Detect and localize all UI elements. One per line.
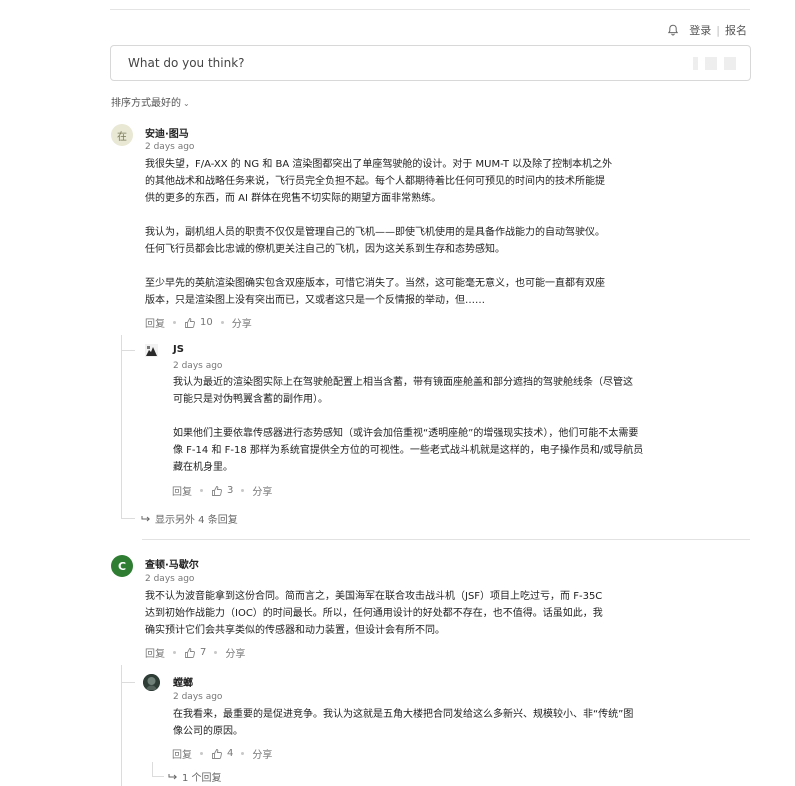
- comment-actions: 回复 10 分享: [145, 315, 252, 330]
- comment-line: 确实预计它们会共享类似的传感器和动力装置，但设计会有所不同。: [145, 625, 445, 636]
- comment-divider: [142, 539, 750, 540]
- thumbs-up-icon[interactable]: [184, 647, 196, 659]
- avatar[interactable]: [143, 674, 160, 691]
- thread-branch: [121, 350, 135, 351]
- reply-line: 可能只是对伪鸭翼含蓄的副作用）。: [173, 394, 328, 405]
- comment-input[interactable]: What do you think?: [110, 45, 751, 81]
- like-count: 3: [227, 485, 234, 496]
- thumbs-up-icon[interactable]: [211, 485, 223, 497]
- sort-dropdown[interactable]: 排序方式最好的 ⌄: [111, 94, 190, 109]
- comment-line: 至少早先的英航渲染图确实包含双座版本，可惜它消失了。当然，这可能毫无意义，也可能…: [145, 278, 605, 289]
- reply-line: 藏在机身里。: [173, 462, 233, 473]
- chevron-down-icon: ⌄: [183, 99, 190, 108]
- comment-line: 我不认为波音能拿到这份合同。简而言之，美国海军在联合攻击战斗机（JSF）项目上吃…: [145, 591, 603, 602]
- avatar-image: [143, 674, 160, 691]
- reply-button[interactable]: 回复: [172, 746, 192, 761]
- reply-line: 像 F-14 和 F-18 那样为系统官提供全方位的可视性。一些老式战斗机就是这…: [173, 445, 644, 456]
- reply-arrow-icon: [168, 773, 177, 779]
- top-divider: [110, 9, 750, 10]
- comment-line: 的其他战术和战略任务来说，飞行员完全负担不起。每个人都期待着比任何可预见的时间内…: [145, 176, 605, 187]
- separator-dot: [200, 752, 203, 755]
- comment-line: 我很失望，F/A-XX 的 NG 和 BA 渲染图都突出了单座驾驶舱的设计。对于…: [145, 159, 613, 170]
- separator-dot: [241, 489, 245, 492]
- share-button[interactable]: 分享: [232, 315, 252, 330]
- reply-body: 我认为最近的渲染图实际上在驾驶舱配置上相当含蓄，带有镜面座舱盖和部分遮挡的驾驶舱…: [173, 374, 643, 476]
- separator-dot: [173, 651, 176, 654]
- reply-button[interactable]: 回复: [145, 315, 165, 330]
- like-count: 4: [227, 748, 234, 759]
- format-icon[interactable]: [693, 57, 698, 70]
- reply-actions: 回复 3 分享: [172, 483, 272, 498]
- reply-button[interactable]: 回复: [172, 483, 192, 498]
- separator-dot: [214, 651, 218, 654]
- reply-arrow-icon: [141, 515, 150, 521]
- auth-links: 登录 | 报名: [667, 22, 747, 38]
- show-more-replies[interactable]: 显示另外 4 条回复: [141, 511, 238, 526]
- avatar-initial: C: [117, 559, 127, 573]
- comment-time: 2 days ago: [145, 142, 195, 152]
- thread-branch: [121, 682, 135, 683]
- thumbs-up-icon[interactable]: [211, 748, 223, 760]
- show-more-replies[interactable]: 1 个回复: [168, 769, 222, 784]
- gif-icon[interactable]: [724, 57, 736, 70]
- thread-branch: [121, 518, 135, 519]
- reply-time: 2 days ago: [173, 361, 223, 371]
- thumbs-up-icon[interactable]: [184, 317, 196, 329]
- comment-line: 达到初始作战能力（IOC）的时间最长。所以，任何通用设计的好处都不存在，也不值得…: [145, 608, 603, 619]
- thread-line: [152, 762, 153, 776]
- reply-line: 如果他们主要依靠传感器进行态势感知（或许会加倍重视“透明座舱”的增强现实技术），…: [173, 428, 639, 439]
- comment-time: 2 days ago: [145, 574, 195, 584]
- like-count: 7: [200, 647, 207, 658]
- sort-label: 排序方式最好的: [111, 98, 181, 109]
- reply-line: 我认为最近的渲染图实际上在驾驶舱配置上相当含蓄，带有镜面座舱盖和部分遮挡的驾驶舱…: [173, 377, 633, 388]
- avatar[interactable]: 在: [111, 124, 133, 146]
- show-more-label: 显示另外 4 条回复: [155, 515, 238, 526]
- comment-actions: 回复 7 分享: [145, 645, 245, 660]
- image-icon[interactable]: [705, 57, 717, 70]
- reply-line: 在我看来，最重要的是促进竞争。我认为这就是五角大楼把合同发给这么多新兴、规模较小…: [173, 709, 634, 720]
- comment-line: 版本，只是渲染图上没有突出而已，又或者这只是一个反情报的举动，但……: [145, 295, 485, 306]
- auth-separator: |: [716, 23, 720, 37]
- comment-author[interactable]: 查顿·马歇尔: [145, 556, 199, 571]
- reply-line: 像公司的原因。: [173, 726, 243, 737]
- separator-dot: [200, 489, 203, 492]
- separator-dot: [220, 321, 224, 324]
- bell-icon[interactable]: [667, 24, 679, 36]
- thread-line: [121, 335, 122, 518]
- reply-author[interactable]: 螳螂: [173, 674, 193, 689]
- comment-line: 供的更多的东西，而 AI 群体在兜售不切实际的期望方面非常熟练。: [145, 193, 442, 204]
- avatar[interactable]: C: [111, 555, 133, 577]
- share-button[interactable]: 分享: [252, 746, 272, 761]
- separator-dot: [241, 752, 245, 755]
- reply-time: 2 days ago: [173, 692, 223, 702]
- show-more-label: 1 个回复: [182, 773, 222, 784]
- like-count: 10: [200, 317, 213, 328]
- share-button[interactable]: 分享: [252, 483, 272, 498]
- reply-body: 在我看来，最重要的是促进竞争。我认为这就是五角大楼把合同发给这么多新兴、规模较小…: [173, 706, 633, 740]
- thread-line: [121, 665, 122, 786]
- reply-actions: 回复 4 分享: [172, 746, 272, 761]
- comment-body: 我很失望，F/A-XX 的 NG 和 BA 渲染图都突出了单座驾驶舱的设计。对于…: [145, 156, 612, 309]
- share-button[interactable]: 分享: [225, 645, 245, 660]
- reply-button[interactable]: 回复: [145, 645, 165, 660]
- login-link[interactable]: 登录: [689, 22, 711, 38]
- comment-body: 我不认为波音能拿到这份合同。简而言之，美国海军在联合攻击战斗机（JSF）项目上吃…: [145, 588, 603, 639]
- separator-dot: [173, 321, 176, 324]
- register-link[interactable]: 报名: [725, 22, 747, 38]
- avatar[interactable]: [145, 344, 158, 357]
- avatar-initial: 在: [117, 131, 127, 143]
- comment-placeholder: What do you think?: [128, 56, 245, 70]
- comment-author[interactable]: 安迪·图马: [145, 125, 189, 140]
- comment-line: 我认为，副机组人员的职责不仅仅是管理自己的飞机——即使飞机使用的是具备作战能力的…: [145, 227, 605, 238]
- reply-author[interactable]: JS: [173, 344, 184, 355]
- thread-branch: [152, 776, 164, 777]
- comment-line: 任何飞行员都会比忠诚的僚机更关注自己的飞机，因为这关系到生存和态势感知。: [145, 244, 505, 255]
- compose-toolbar: [693, 57, 736, 70]
